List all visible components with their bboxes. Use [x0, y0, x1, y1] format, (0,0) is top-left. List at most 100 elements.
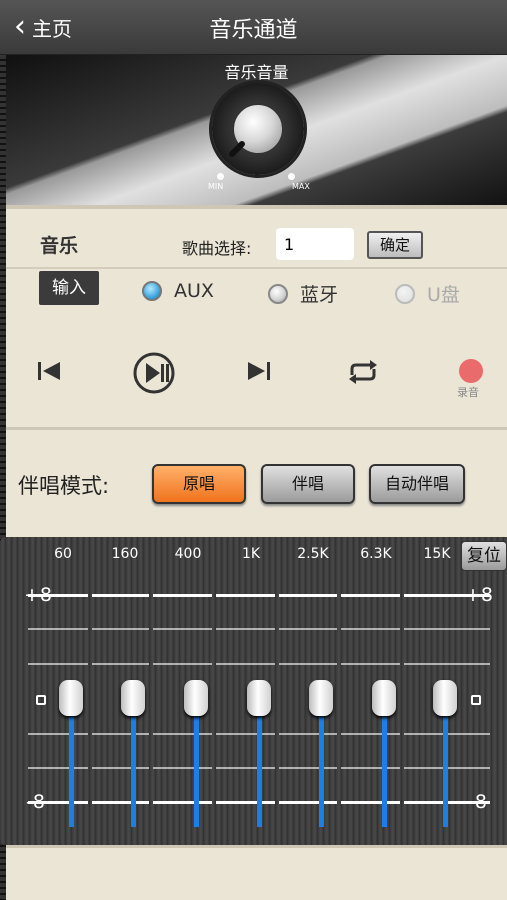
eq-band-label: 6.3K: [360, 546, 392, 562]
eq-gridline: [404, 663, 490, 665]
eq-slider-thumb[interactable]: [309, 679, 333, 716]
eq-slider-thumb[interactable]: [372, 679, 396, 716]
source-aux-radio[interactable]: AUX: [142, 280, 214, 302]
input-source-label: 输入: [39, 271, 99, 305]
eq-gridline: [28, 594, 88, 597]
eq-gridline: [279, 767, 337, 769]
eq-gridline: [404, 594, 490, 597]
eq-gridline: [279, 594, 337, 597]
play-pause-button[interactable]: [132, 351, 176, 401]
radio-unselected-icon: [268, 283, 288, 304]
repeat-button[interactable]: [346, 359, 380, 391]
music-section-label: 音乐: [40, 235, 79, 257]
song-select-label: 歌曲选择:: [182, 239, 252, 258]
scale-zero-left: [36, 695, 46, 705]
eq-gridline: [341, 733, 400, 735]
accompaniment-mode-label: 伴唱模式:: [18, 474, 110, 498]
music-panel: 音乐 歌曲选择: 确定 输入 AUX 蓝牙 U盘: [6, 205, 507, 427]
eq-slider-thumb[interactable]: [121, 679, 145, 716]
eq-gridline: [153, 801, 212, 804]
eq-gridline: [404, 628, 490, 630]
eq-band-label: 60: [54, 546, 72, 562]
eq-gridline: [92, 733, 149, 735]
eq-level-bar: [69, 697, 74, 827]
eq-gridline: [341, 663, 400, 665]
source-usb-radio: U盘: [395, 280, 460, 307]
eq-level-bar: [131, 697, 136, 827]
eq-gridline: [28, 733, 88, 735]
eq-gridline: [153, 628, 212, 630]
page-title: 音乐通道: [209, 18, 298, 43]
confirm-button[interactable]: 确定: [367, 231, 423, 259]
eq-band-label: 1K: [241, 546, 261, 562]
source-bluetooth-radio[interactable]: 蓝牙: [268, 280, 338, 307]
song-number-input[interactable]: [276, 228, 354, 260]
eq-gridline: [279, 628, 337, 630]
volume-knob[interactable]: [212, 83, 304, 175]
eq-gridline: [28, 767, 88, 769]
eq-band-label: 400: [174, 546, 202, 562]
min-label: MIN: [208, 182, 224, 191]
source-label: AUX: [174, 280, 214, 302]
eq-slider-thumb[interactable]: [433, 679, 457, 716]
eq-band-label: 15K: [423, 546, 451, 562]
eq-gridline: [216, 733, 275, 735]
eq-gridline: [279, 733, 337, 735]
eq-gridline: [92, 801, 149, 804]
volume-section: 音乐音量 MIN MAX: [6, 55, 507, 205]
accompaniment-button[interactable]: 伴唱: [261, 464, 355, 504]
eq-gridline: [216, 594, 275, 597]
source-label: 蓝牙: [300, 284, 339, 306]
bottom-panel: [6, 845, 507, 900]
eq-gridline: [341, 767, 400, 769]
eq-gridline: [341, 801, 400, 804]
next-track-button[interactable]: [246, 359, 272, 389]
eq-gridline: [153, 733, 212, 735]
eq-level-bar: [443, 697, 448, 827]
scale-zero-right: [471, 695, 481, 705]
record-button[interactable]: [459, 359, 483, 383]
volume-label: 音乐音量: [224, 63, 289, 82]
eq-gridline: [153, 767, 212, 769]
max-dot: [288, 173, 295, 180]
eq-band-label: 2.5K: [297, 546, 329, 562]
source-label: U盘: [427, 284, 460, 306]
eq-level-bar: [382, 697, 387, 827]
eq-slider-thumb[interactable]: [247, 679, 271, 716]
reset-button[interactable]: 复位: [461, 541, 507, 571]
eq-level-bar: [257, 697, 262, 827]
eq-gridline: [92, 663, 149, 665]
eq-gridline: [153, 594, 212, 597]
eq-gridline: [341, 594, 400, 597]
eq-level-bar: [319, 697, 324, 827]
max-label: MAX: [292, 182, 310, 191]
eq-gridline: [341, 628, 400, 630]
eq-gridline: [216, 801, 275, 804]
eq-band-label: 160: [111, 546, 139, 562]
next-icon: [248, 362, 270, 380]
radio-disabled-icon: [395, 283, 415, 304]
eq-gridline: [279, 801, 337, 804]
min-dot: [217, 173, 224, 180]
eq-gridline: [153, 663, 212, 665]
previous-track-button[interactable]: [36, 359, 62, 389]
original-vocal-button[interactable]: 原唱: [152, 464, 246, 504]
eq-level-bar: [194, 697, 199, 827]
previous-icon: [38, 362, 60, 380]
equalizer-panel: 复位 +8 +8 -8 -8 60 160 400 1K 2.5K 6.3K 15K: [0, 537, 507, 845]
eq-slider-thumb[interactable]: [59, 679, 83, 716]
eq-gridline: [92, 594, 149, 597]
record-label: 录音: [457, 386, 479, 399]
eq-gridline: [216, 663, 275, 665]
divider: [6, 267, 507, 269]
accompaniment-panel: 伴唱模式: 原唱 伴唱 自动伴唱: [6, 427, 507, 537]
eq-gridline: [28, 628, 88, 630]
eq-gridline: [28, 801, 88, 804]
eq-gridline: [92, 767, 149, 769]
eq-gridline: [216, 628, 275, 630]
radio-selected-icon: [142, 281, 162, 301]
eq-gridline: [279, 663, 337, 665]
eq-slider-thumb[interactable]: [184, 679, 208, 716]
repeat-icon: [349, 360, 377, 384]
auto-accompaniment-button[interactable]: 自动伴唱: [369, 464, 465, 504]
